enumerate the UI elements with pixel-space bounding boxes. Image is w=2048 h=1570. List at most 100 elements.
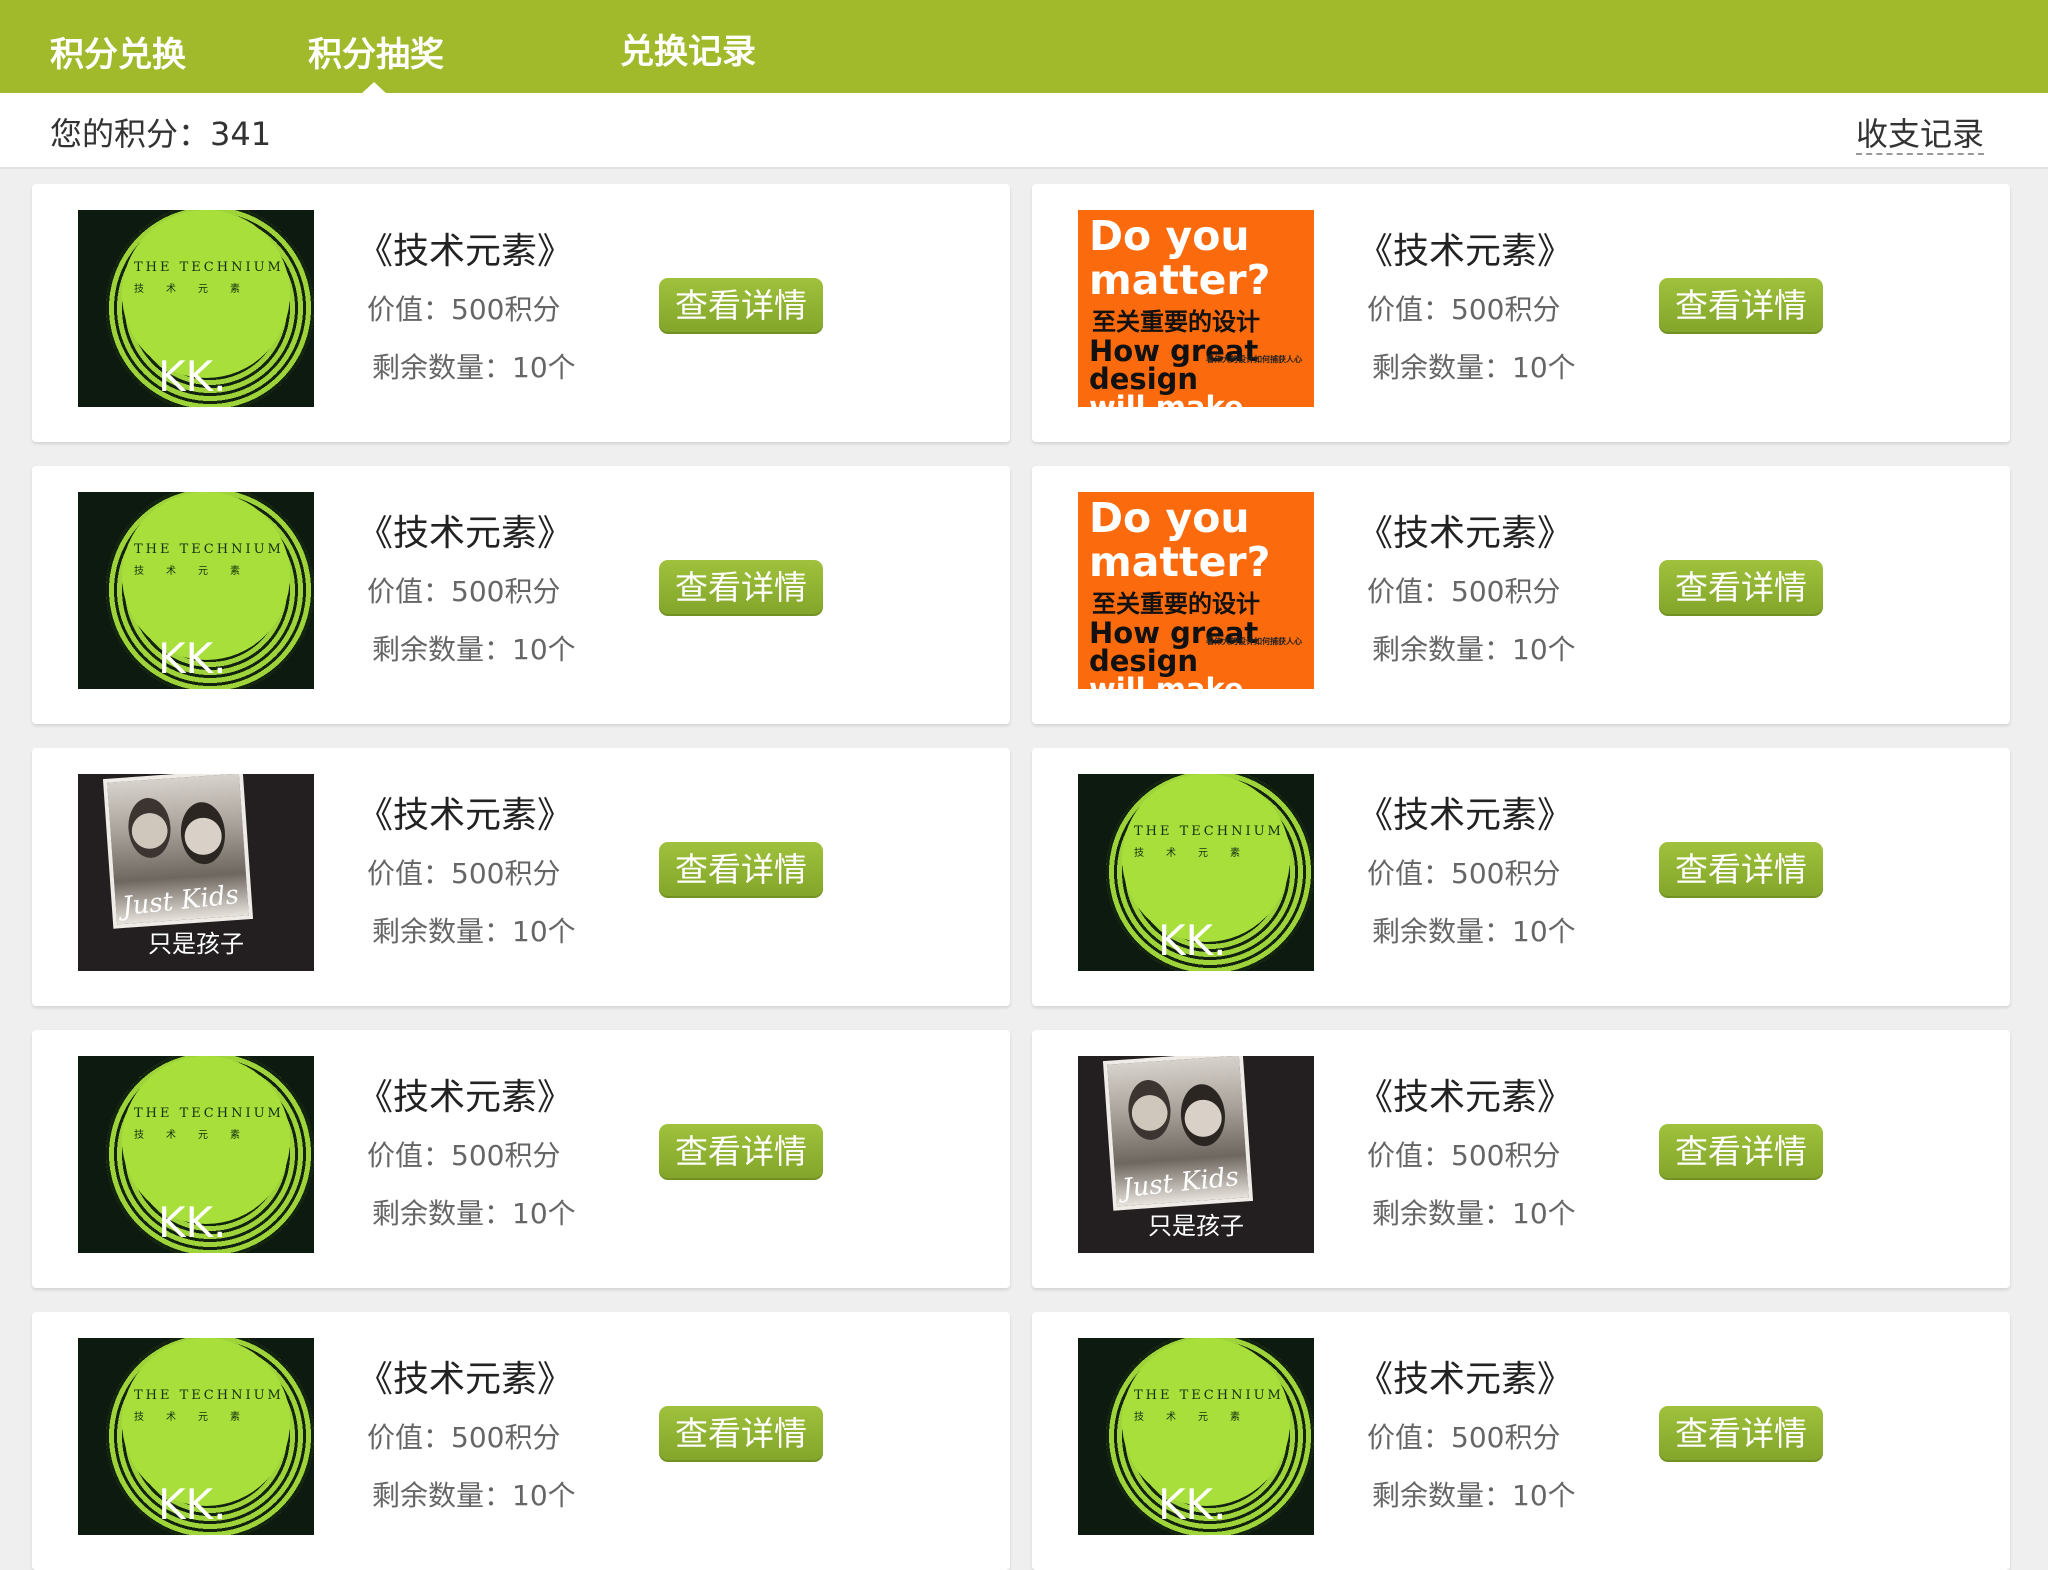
cover-line: matter? (1089, 538, 1271, 586)
product-title: 《技术元素》 (357, 1359, 574, 1400)
cover-subtitle: 看伟大的设计如何捕获人心 (1206, 637, 1302, 646)
product-stock: 剩余数量：10个 (1372, 1197, 1576, 1230)
cover-subtitle: 技术元素 (134, 566, 262, 577)
product-value: 价值：500积分 (367, 1421, 561, 1454)
product-card[interactable]: Just Kids 只是孩子 《技术元素》价值：500积分剩余数量：10个 查看详情 (1032, 1030, 2010, 1288)
product-stock: 剩余数量：10个 (1372, 915, 1576, 948)
product-card[interactable]: THE TECHNIUM 技术元素 KK. 《技术元素》价值：500积分剩余数量：10… (32, 1030, 1010, 1288)
cover-title: THE TECHNIUM (1134, 1388, 1284, 1403)
book-cover-image[interactable]: Do you matter? 至关重要的设计 How great design will … (1078, 210, 1314, 407)
book-cover-image[interactable]: Just Kids 只是孩子 (1078, 1056, 1314, 1253)
view-details-button[interactable]: 查看详情 (1659, 1406, 1823, 1462)
cover-mark: KK. (158, 352, 227, 401)
product-card[interactable]: THE TECHNIUM 技术元素 KK. 《技术元素》价值：500积分剩余数量：10… (32, 1312, 1010, 1570)
product-card[interactable]: THE TECHNIUM 技术元素 KK. 《技术元素》 价值：500积分 剩余数量：10… (32, 466, 1010, 724)
product-value: 价值：500积分 (1367, 1139, 1561, 1172)
product-value: 价值：500积分 (367, 293, 561, 326)
tab-exchange-history[interactable]: 兑换记录 (620, 0, 756, 93)
book-cover-image[interactable]: THE TECHNIUM 技术元素 KK. (78, 210, 314, 407)
product-value: 价值：500积分 (1367, 1421, 1561, 1454)
product-title: 《技术元素》 (1357, 1077, 1574, 1118)
cover-line: will make (1089, 672, 1244, 689)
cover-art (178, 800, 228, 866)
book-cover-image[interactable]: THE TECHNIUM 技术元素 KK. (78, 1338, 314, 1535)
cover-line: will make (1089, 390, 1244, 407)
view-details-button[interactable]: 查看详情 (659, 278, 823, 334)
cover-subtitle: 技术元素 (134, 1130, 262, 1141)
product-stock: 剩余数量：10个 (1372, 1479, 1576, 1512)
product-title: 《技术元素》 (1357, 513, 1574, 554)
product-value: 价值：500积分 (367, 575, 561, 608)
cover-art (1178, 1082, 1228, 1148)
book-cover-image[interactable]: THE TECHNIUM 技术元素 KK. (1078, 1338, 1314, 1535)
view-details-button[interactable]: 查看详情 (1659, 278, 1823, 334)
book-cover-image[interactable]: THE TECHNIUM 技术元素 KK. (78, 1056, 314, 1253)
view-details-button[interactable]: 查看详情 (659, 1406, 823, 1462)
points-value: 341 (210, 115, 272, 153)
view-details-button[interactable]: 查看详情 (1659, 842, 1823, 898)
product-stock: 剩余数量：10个 (1372, 633, 1576, 666)
cover-line: matter? (1089, 256, 1271, 304)
product-card[interactable]: Do you matter? 至关重要的设计 How great design will … (1032, 466, 2010, 724)
cover-art (1126, 1078, 1173, 1142)
product-stock: 剩余数量：10个 (372, 351, 576, 384)
cover-title: THE TECHNIUM (134, 1388, 284, 1403)
cover-mark: KK. (1158, 1480, 1227, 1529)
top-tab-bar: 积分兑换 积分抽奖 兑换记录 (0, 0, 2048, 94)
product-title: 《技术元素》 (1357, 795, 1574, 836)
product-value: 价值：500积分 (1367, 857, 1561, 890)
cover-art (126, 796, 173, 860)
product-card[interactable]: THE TECHNIUM 技术元素 KK. 《技术元素》价值：500积分剩余数量：10… (32, 184, 1010, 442)
cover-subtitle: 技术元素 (134, 1412, 262, 1423)
product-title: 《技术元素》 (357, 231, 574, 272)
product-value: 价值：500积分 (367, 1139, 561, 1172)
view-details-button[interactable]: 查看详情 (1659, 1124, 1823, 1180)
product-card[interactable]: THE TECHNIUM 技术元素 KK. 《技术元素》价值：500积分剩余数量：10… (1032, 1312, 2010, 1570)
product-stock: 剩余数量：10个 (1372, 351, 1576, 384)
product-stock: 剩余数量：10个 (372, 1197, 576, 1230)
view-details-button[interactable]: 查看详情 (1659, 560, 1823, 616)
view-details-button[interactable]: 查看详情 (659, 842, 823, 898)
cover-mark: KK. (158, 1198, 227, 1247)
product-card[interactable]: THE TECHNIUM 技术元素 KK. 《技术元素》价值：500积分剩余数量：10… (1032, 748, 2010, 1006)
book-cover-image[interactable]: THE TECHNIUM 技术元素 KK. (78, 492, 314, 689)
product-value: 价值：500积分 (367, 857, 561, 890)
cover-subtitle: 技术元素 (1134, 848, 1262, 859)
product-value: 价值：500积分 (1367, 575, 1561, 608)
cover-title: 只是孩子 (148, 930, 244, 958)
cover-title: THE TECHNIUM (1134, 824, 1284, 839)
points-display: 您的积分：341 (50, 109, 271, 155)
view-details-button[interactable]: 查看详情 (659, 1124, 823, 1180)
cover-line: 至关重要的设计 (1092, 590, 1260, 618)
product-title: 《技术元素》 (357, 795, 574, 836)
book-cover-image[interactable]: THE TECHNIUM 技术元素 KK. (1078, 774, 1314, 971)
cover-mark: KK. (158, 1480, 227, 1529)
cover-title: 只是孩子 (1148, 1212, 1244, 1240)
tab-points-exchange[interactable]: 积分兑换 (50, 0, 186, 93)
product-title: 《技术元素》 (357, 1077, 574, 1118)
product-stock: 剩余数量：10个 (372, 915, 576, 948)
cover-subtitle: 技术元素 (134, 284, 262, 295)
cover-line: Do you (1089, 212, 1250, 260)
product-card[interactable]: Just Kids 只是孩子 《技术元素》价值：500积分剩余数量：10个 查看详情 (32, 748, 1010, 1006)
cover-mark: KK. (1158, 916, 1227, 965)
cover-title: THE TECHNIUM (134, 1106, 284, 1121)
cover-mark: KK. (158, 634, 227, 683)
cover-line: Do you (1089, 494, 1250, 542)
view-details-button[interactable]: 查看详情 (659, 560, 823, 616)
cover-subtitle: 看伟大的设计如何捕获人心 (1206, 355, 1302, 364)
product-stock: 剩余数量：10个 (372, 633, 576, 666)
product-stock: 剩余数量：10个 (372, 1479, 576, 1512)
tab-points-lottery[interactable]: 积分抽奖 (308, 0, 444, 93)
product-value: 价值：500积分 (1367, 293, 1561, 326)
cover-title: THE TECHNIUM (134, 542, 284, 557)
product-title: 《技术元素》 (1357, 1359, 1574, 1400)
book-cover-image[interactable]: Do you matter? 至关重要的设计 How great design will … (1078, 492, 1314, 689)
book-cover-image[interactable]: Just Kids 只是孩子 (78, 774, 314, 971)
points-bar: 您的积分：341 收支记录 (0, 93, 2048, 169)
cover-title: THE TECHNIUM (134, 260, 284, 275)
cover-line: 至关重要的设计 (1092, 308, 1260, 336)
product-card[interactable]: Do you matter? 至关重要的设计 How great design will … (1032, 184, 2010, 442)
income-expense-history-link[interactable]: 收支记录 (1855, 115, 1984, 155)
points-label: 您的积分： (50, 115, 211, 153)
